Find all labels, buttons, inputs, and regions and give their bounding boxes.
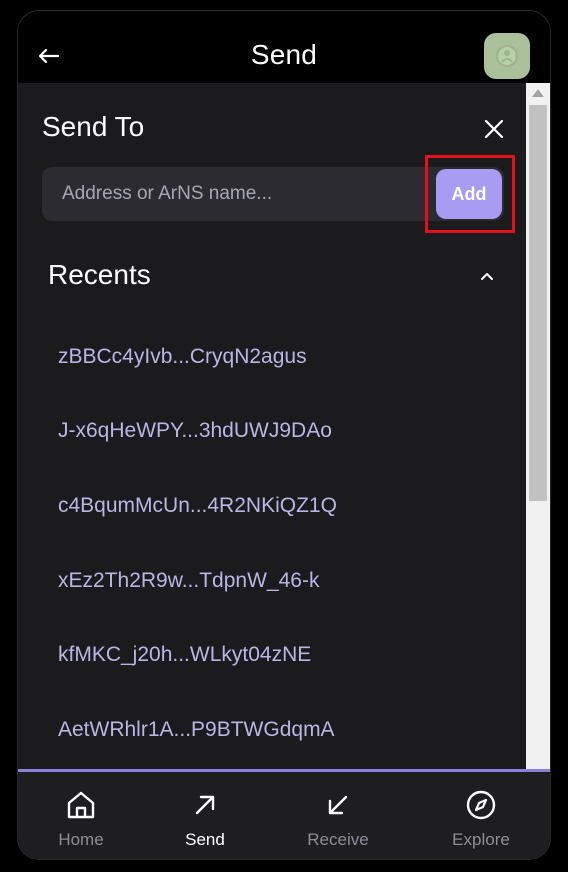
recent-address-item[interactable]: J-x6qHeWPY...3hdUWJ9DAo — [58, 419, 332, 443]
nav-label-send: Send — [185, 830, 225, 849]
recents-title: Recents — [48, 259, 151, 290]
arrow-up-right-icon — [195, 795, 215, 815]
send-to-sheet: Send To Add Recents zBBCc4yIvb...CryqN2a… — [18, 83, 528, 769]
nav-label-home: Home — [58, 830, 104, 849]
scroll-up-arrow[interactable] — [532, 89, 544, 97]
header: Send — [18, 11, 550, 83]
compass-icon — [466, 790, 496, 820]
avatar-icon — [496, 45, 518, 67]
recent-address-item[interactable]: AetWRhlr1A...P9BTWGdqmA — [58, 718, 335, 742]
close-icon — [484, 119, 504, 139]
nav-explore[interactable]: Explore — [426, 788, 536, 850]
address-input[interactable] — [42, 167, 432, 221]
address-field: Add — [42, 167, 504, 221]
nav-receive[interactable]: Receive — [283, 788, 393, 850]
nav-label-receive: Receive — [307, 830, 369, 849]
nav-home[interactable]: Home — [26, 788, 136, 850]
scroll-thumb[interactable] — [529, 105, 547, 501]
page-title: Send — [250, 39, 318, 70]
recent-address-item[interactable]: zBBCc4yIvb...CryqN2agus — [58, 345, 307, 369]
home-icon — [67, 791, 95, 819]
sheet-title: Send To — [42, 111, 145, 142]
bottom-nav: Home Send Receive Explore — [18, 772, 550, 859]
recent-address-item[interactable]: xEz2Th2R9w...TdpnW_46-k — [58, 569, 319, 593]
scrollbar[interactable] — [526, 83, 550, 769]
close-button[interactable] — [480, 115, 508, 143]
collapse-recents-button[interactable] — [476, 265, 498, 287]
nav-label-explore: Explore — [452, 830, 510, 849]
nav-send[interactable]: Send — [150, 788, 260, 850]
app-window: Send Send To Add Recents — [17, 10, 551, 860]
chevron-up-icon — [481, 273, 493, 280]
arrow-down-left-icon — [328, 795, 348, 815]
recent-address-item[interactable]: kfMKC_j20h...WLkyt04zNE — [58, 643, 311, 667]
recent-address-item[interactable]: c4BqumMcUn...4R2NKiQZ1Q — [58, 494, 337, 518]
add-button[interactable]: Add — [436, 169, 502, 219]
avatar[interactable] — [484, 33, 530, 79]
recents-header[interactable]: Recents — [48, 259, 498, 299]
